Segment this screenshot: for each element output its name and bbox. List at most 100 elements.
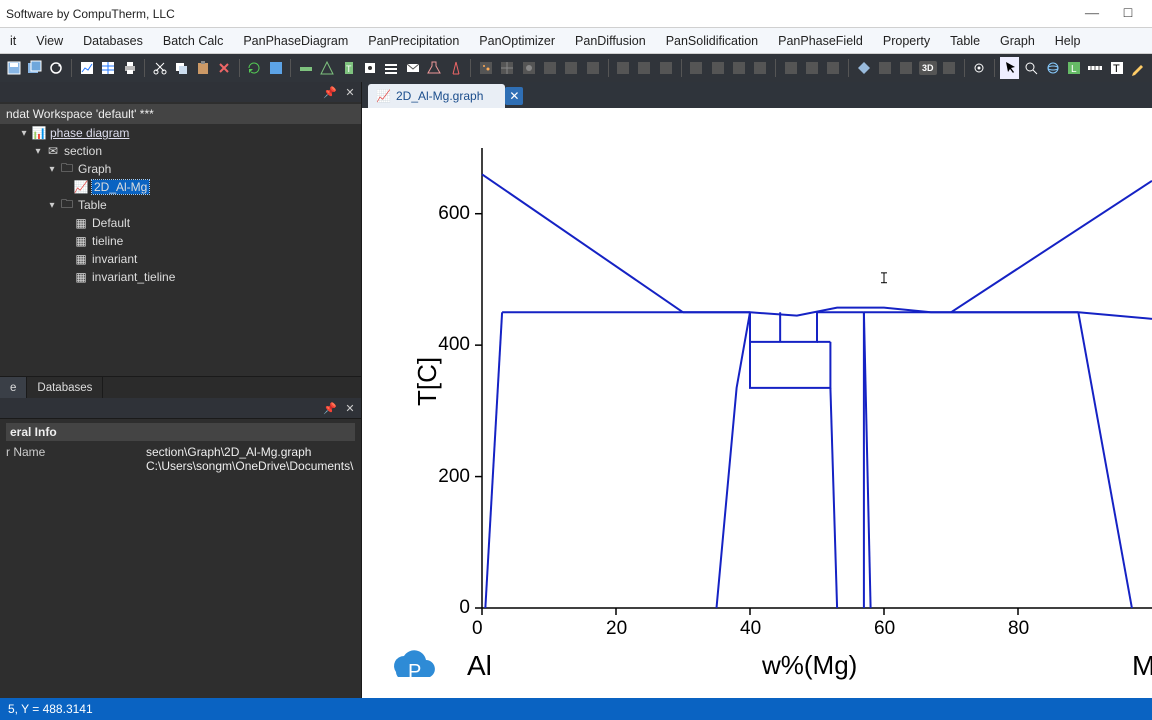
- pin-icon[interactable]: 📌: [321, 400, 339, 416]
- node-table-invtieline[interactable]: ▦ invariant_tieline: [0, 268, 361, 286]
- ytick-label: 600: [420, 203, 470, 225]
- menu-table[interactable]: Table: [940, 28, 990, 53]
- expander-icon[interactable]: ▾: [46, 199, 58, 211]
- workspace-tree[interactable]: ndat Workspace 'default' *** ▾ 📊 phase d…: [0, 102, 361, 376]
- node-table[interactable]: ▾ 🗀 Table: [0, 196, 361, 214]
- info-panel: eral Info r Name section\Graph\2D_Al-Mg.…: [0, 418, 361, 698]
- cut-icon[interactable]: [150, 57, 169, 79]
- xtick-label: 40: [740, 618, 761, 640]
- bars-icon[interactable]: [382, 57, 401, 79]
- xtick-label: 80: [1008, 618, 1029, 640]
- pointer-icon[interactable]: [1000, 57, 1019, 79]
- expander-icon[interactable]: ▾: [18, 127, 30, 139]
- pin-icon[interactable]: 📌: [321, 84, 339, 100]
- pf2-icon[interactable]: [802, 57, 821, 79]
- maximize-button[interactable]: □: [1110, 0, 1146, 28]
- pf1-icon[interactable]: [781, 57, 800, 79]
- tprop-icon[interactable]: T: [339, 57, 358, 79]
- isopleth-icon[interactable]: [318, 57, 337, 79]
- gear-icon[interactable]: [970, 57, 989, 79]
- saveall-icon[interactable]: [25, 57, 44, 79]
- label-l-icon[interactable]: L: [1064, 57, 1083, 79]
- status-bar: 5, Y = 488.3141: [0, 698, 1152, 720]
- node-section[interactable]: ▾ ✉ section: [0, 142, 361, 160]
- 3d-icon[interactable]: 3D: [918, 57, 937, 79]
- node-table-invariant[interactable]: ▦ invariant: [0, 250, 361, 268]
- info-key-name: r Name: [6, 445, 146, 459]
- pf3-icon[interactable]: [824, 57, 843, 79]
- compass-icon[interactable]: [446, 57, 465, 79]
- db-edit-icon[interactable]: [266, 57, 285, 79]
- zoom-icon[interactable]: [1021, 57, 1040, 79]
- sol2-icon[interactable]: [708, 57, 727, 79]
- node-phase-diagram[interactable]: ▾ 📊 phase diagram: [0, 124, 361, 142]
- refresh-icon[interactable]: [47, 57, 66, 79]
- grid3-icon[interactable]: [540, 57, 559, 79]
- doc-tab-graph[interactable]: 📈 2D_Al-Mg.graph ✕: [368, 84, 505, 108]
- paste-icon[interactable]: [193, 57, 212, 79]
- db-reload-icon[interactable]: [245, 57, 264, 79]
- ppt-icon[interactable]: [476, 57, 495, 79]
- menu-view[interactable]: View: [26, 28, 73, 53]
- menu-panphasefield[interactable]: PanPhaseField: [768, 28, 873, 53]
- globe-icon[interactable]: [1043, 57, 1062, 79]
- menu-help[interactable]: Help: [1045, 28, 1091, 53]
- section-icon[interactable]: [296, 57, 315, 79]
- square-dot-icon[interactable]: [360, 57, 379, 79]
- print-icon[interactable]: [120, 57, 139, 79]
- diff1-icon[interactable]: [613, 57, 632, 79]
- node-graph[interactable]: ▾ 🗀 Graph: [0, 160, 361, 178]
- prop1-icon[interactable]: [854, 57, 873, 79]
- x-axis-title: w%(Mg): [762, 650, 857, 681]
- prop2-icon[interactable]: [875, 57, 894, 79]
- sol4-icon[interactable]: [751, 57, 770, 79]
- grid4-icon[interactable]: [562, 57, 581, 79]
- save-icon[interactable]: [4, 57, 23, 79]
- grid1-icon[interactable]: [498, 57, 517, 79]
- mail-icon[interactable]: [403, 57, 422, 79]
- expander-icon[interactable]: ▾: [46, 163, 58, 175]
- node-table-default[interactable]: ▦ Default: [0, 214, 361, 232]
- svg-text:T: T: [346, 64, 352, 74]
- menu-batchcalc[interactable]: Batch Calc: [153, 28, 233, 53]
- sol3-icon[interactable]: [729, 57, 748, 79]
- node-graph-item[interactable]: 📈 2D_Al-Mg: [0, 178, 361, 196]
- new-chart-icon[interactable]: [77, 57, 96, 79]
- sol1-icon[interactable]: [686, 57, 705, 79]
- menu-graph[interactable]: Graph: [990, 28, 1045, 53]
- chart-surface[interactable]: 0204060800200400600T[C]w%(Mg)AlM P: [362, 108, 1152, 698]
- diff3-icon[interactable]: [656, 57, 675, 79]
- y-axis-title: T[C]: [412, 357, 443, 406]
- menu-panoptimizer[interactable]: PanOptimizer: [469, 28, 565, 53]
- flask-icon[interactable]: [425, 57, 444, 79]
- menu-pansolidification[interactable]: PanSolidification: [656, 28, 768, 53]
- prop3-icon[interactable]: [897, 57, 916, 79]
- node-table-tieline[interactable]: ▦ tieline: [0, 232, 361, 250]
- text-t-icon[interactable]: T: [1107, 57, 1126, 79]
- prop4-icon[interactable]: [940, 57, 959, 79]
- menu-databases[interactable]: Databases: [73, 28, 153, 53]
- close-tab-icon[interactable]: ✕: [505, 87, 523, 105]
- grid2-icon[interactable]: [519, 57, 538, 79]
- diff2-icon[interactable]: [635, 57, 654, 79]
- svg-text:L: L: [1071, 64, 1077, 75]
- menu-panprecipitation[interactable]: PanPrecipitation: [358, 28, 469, 53]
- toolbar: T 3D L T: [0, 54, 1152, 82]
- workspace-header: ndat Workspace 'default' ***: [0, 104, 361, 124]
- menu-edit[interactable]: it: [0, 28, 26, 53]
- tab-databases[interactable]: Databases: [27, 377, 103, 398]
- expander-icon[interactable]: ▾: [32, 145, 44, 157]
- menu-pandiffusion[interactable]: PanDiffusion: [565, 28, 656, 53]
- close-panel-icon[interactable]: ✕: [341, 84, 359, 100]
- menu-property[interactable]: Property: [873, 28, 940, 53]
- grid5-icon[interactable]: [583, 57, 602, 79]
- copy-icon[interactable]: [171, 57, 190, 79]
- minimize-button[interactable]: —: [1074, 0, 1110, 28]
- tab-workspace[interactable]: e: [0, 377, 27, 398]
- new-table-icon[interactable]: [98, 57, 117, 79]
- pencil-icon[interactable]: [1128, 57, 1147, 79]
- menu-panphasediagram[interactable]: PanPhaseDiagram: [233, 28, 358, 53]
- delete-icon[interactable]: [214, 57, 233, 79]
- ruler-icon[interactable]: [1086, 57, 1105, 79]
- close-panel-icon[interactable]: ✕: [341, 400, 359, 416]
